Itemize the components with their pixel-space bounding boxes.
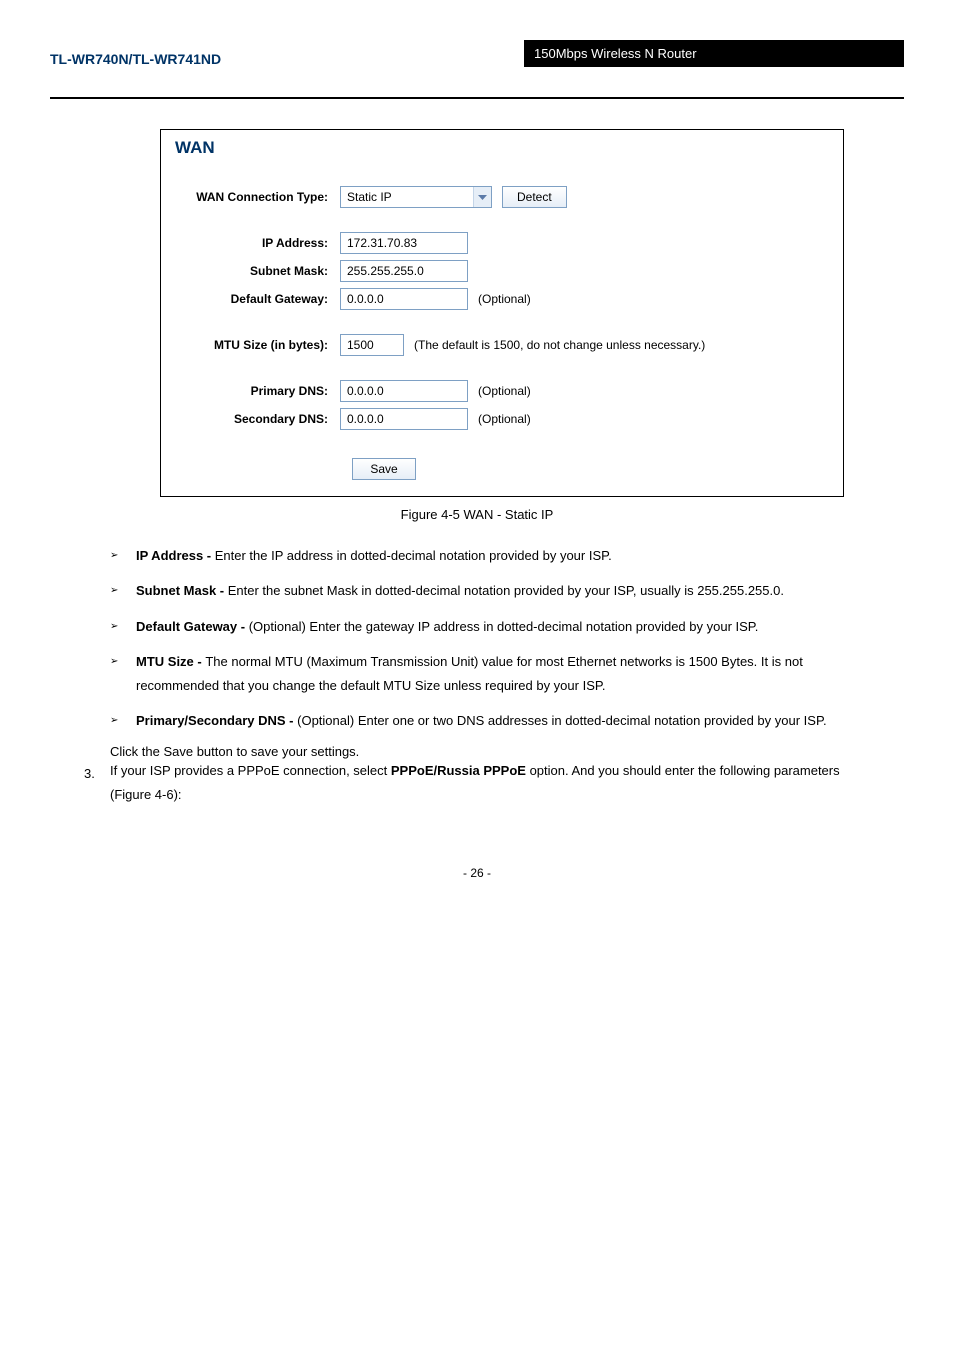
list-item: ➢ Primary/Secondary DNS - (Optional) Ent… [110,709,864,732]
dns1-label: Primary DNS: [175,384,340,398]
numbered-item: 3. If your ISP provides a PPPoE connecti… [84,759,864,806]
gw-input[interactable] [340,288,468,310]
chevron-down-icon [473,187,491,207]
list-item: ➢ IP Address - Enter the IP address in d… [110,544,864,567]
save-button[interactable]: Save [352,458,416,480]
dns1-input[interactable] [340,380,468,402]
bullet-list: ➢ IP Address - Enter the IP address in d… [110,544,864,806]
detect-button[interactable]: Detect [502,186,567,208]
doc-model: TL-WR740N/TL-WR741ND [50,51,524,67]
bullet-icon: ➢ [110,544,136,567]
panel-title: WAN [175,138,829,158]
conn-type-select[interactable]: Static IP [340,186,492,208]
bullet-icon: ➢ [110,615,136,638]
post-bullet-text: Click the Save button to save your setti… [110,744,864,759]
mtu-label: MTU Size (in bytes): [175,338,340,352]
item-number: 3. [84,759,110,806]
dns1-optional-note: (Optional) [478,384,531,398]
gw-optional-note: (Optional) [478,292,531,306]
doc-title: 150Mbps Wireless N Router [524,40,904,67]
mask-label: Subnet Mask: [175,264,340,278]
mask-input[interactable] [340,260,468,282]
list-item: ➢ MTU Size - The normal MTU (Maximum Tra… [110,650,864,697]
gw-label: Default Gateway: [175,292,340,306]
conn-type-label: WAN Connection Type: [175,190,340,204]
bullet-icon: ➢ [110,650,136,697]
conn-type-value: Static IP [341,190,473,204]
wan-settings-panel: WAN WAN Connection Type: Static IP Detec… [160,129,844,497]
figure-caption: Figure 4-5 WAN - Static IP [50,507,904,522]
ip-input[interactable] [340,232,468,254]
mtu-input[interactable] [340,334,404,356]
dns2-label: Secondary DNS: [175,412,340,426]
dns2-optional-note: (Optional) [478,412,531,426]
ip-label: IP Address: [175,236,340,250]
mtu-note: (The default is 1500, do not change unle… [414,338,705,352]
bullet-icon: ➢ [110,709,136,732]
list-item: ➢ Subnet Mask - Enter the subnet Mask in… [110,579,864,602]
list-item: ➢ Default Gateway - (Optional) Enter the… [110,615,864,638]
dns2-input[interactable] [340,408,468,430]
page-number: - 26 - [50,866,904,880]
bullet-icon: ➢ [110,579,136,602]
